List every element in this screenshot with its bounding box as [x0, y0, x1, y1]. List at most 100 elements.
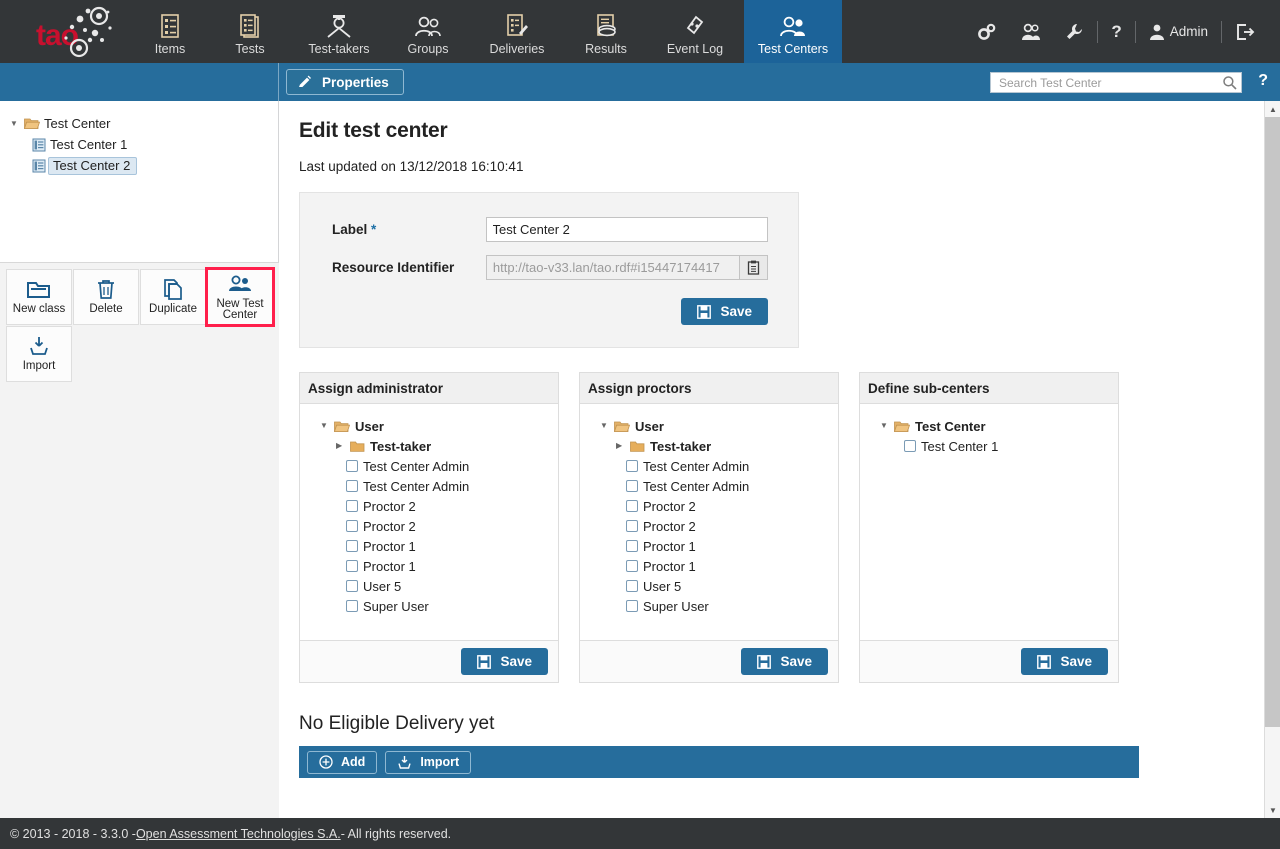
chevron-down-icon[interactable]: ▼: [880, 422, 889, 430]
tree-checkbox-item[interactable]: Proctor 2: [580, 516, 838, 536]
nav-item-tests[interactable]: Tests: [210, 0, 290, 63]
save-sub-centers-button[interactable]: Save: [1021, 648, 1108, 675]
tree-checkbox-item[interactable]: Test Center 1: [860, 436, 1118, 456]
floppy-disk-icon: [477, 655, 491, 669]
assign-proctors-title: Assign proctors: [580, 373, 838, 404]
import-delivery-button[interactable]: Import: [385, 751, 471, 774]
nav-item-test-takers[interactable]: Test-takers: [290, 0, 388, 63]
checkbox-icon[interactable]: [346, 480, 358, 492]
tree-node-user-folder[interactable]: ▼ User: [580, 416, 838, 436]
tao-logo[interactable]: tao: [0, 0, 130, 63]
label-input[interactable]: [486, 217, 768, 242]
chevron-down-icon[interactable]: ▼: [10, 120, 20, 128]
resource-identifier-input[interactable]: [486, 255, 739, 280]
vertical-scrollbar[interactable]: ▲ ▼: [1264, 101, 1280, 818]
nav-item-test-centers[interactable]: Test Centers: [744, 0, 842, 63]
settings-button[interactable]: [965, 17, 1009, 47]
help-button[interactable]: ?: [1100, 17, 1132, 47]
checkbox-icon[interactable]: [626, 460, 638, 472]
search-box[interactable]: [990, 72, 1242, 93]
tree-node-user-folder[interactable]: ▼ User: [300, 416, 558, 436]
import-button[interactable]: Import: [6, 326, 72, 382]
properties-button[interactable]: Properties: [286, 69, 404, 95]
trash-icon: [97, 278, 115, 300]
scrollbar-thumb[interactable]: [1265, 117, 1280, 727]
copy-resource-identifier-button[interactable]: [739, 255, 768, 280]
assign-proctors-tree: ▼ User ▶: [580, 404, 838, 640]
logout-icon: [1235, 22, 1255, 42]
checkbox-icon[interactable]: [346, 580, 358, 592]
delete-button[interactable]: Delete: [73, 269, 139, 325]
checkbox-icon[interactable]: [626, 600, 638, 612]
tree-checkbox-item[interactable]: Super User: [580, 596, 838, 616]
checkbox-icon[interactable]: [626, 520, 638, 532]
checkbox-icon[interactable]: [626, 580, 638, 592]
nav-item-groups[interactable]: Groups: [388, 0, 468, 63]
tree-checkbox-item[interactable]: Proctor 2: [580, 496, 838, 516]
checkbox-icon[interactable]: [626, 500, 638, 512]
nav-item-results[interactable]: Results: [566, 0, 646, 63]
folder-open-icon: [614, 420, 630, 433]
subbar-help-button[interactable]: ?: [1258, 72, 1268, 90]
tree-checkbox-item[interactable]: Test Center Admin: [300, 456, 558, 476]
tree-checkbox-item[interactable]: Test Center Admin: [580, 456, 838, 476]
checkbox-icon[interactable]: [346, 500, 358, 512]
save-administrator-button[interactable]: Save: [461, 648, 548, 675]
scroll-up-arrow[interactable]: ▲: [1265, 101, 1280, 117]
save-test-center-button[interactable]: Save: [681, 298, 768, 325]
tree-node-test-taker-folder[interactable]: ▶ Test-taker: [300, 436, 558, 456]
nav-item-test-takers-label: Test-takers: [308, 42, 369, 56]
checkbox-icon[interactable]: [626, 480, 638, 492]
chevron-right-icon[interactable]: ▶: [336, 442, 345, 450]
tree-node-label: Test Center 1: [50, 137, 127, 152]
footer-company-link[interactable]: Open Assessment Technologies S.A.: [136, 827, 341, 841]
chevron-right-icon[interactable]: ▶: [616, 442, 625, 450]
nav-item-items[interactable]: Items: [130, 0, 210, 63]
scroll-down-arrow[interactable]: ▼: [1265, 802, 1280, 818]
gears-icon: [976, 22, 998, 42]
save-proctors-button[interactable]: Save: [741, 648, 828, 675]
assign-administrator-panel: Assign administrator ▼ User: [299, 372, 559, 683]
duplicate-button[interactable]: Duplicate: [140, 269, 206, 325]
nav-item-event-log[interactable]: Event Log: [646, 0, 744, 63]
tree-node-test-center-2[interactable]: Test Center 2: [0, 155, 278, 176]
tree-checkbox-item[interactable]: Test Center Admin: [580, 476, 838, 496]
chevron-down-icon[interactable]: ▼: [600, 422, 609, 430]
tree-checkbox-item[interactable]: Proctor 2: [300, 496, 558, 516]
resource-icon: [32, 159, 46, 173]
tree-node-test-taker-folder[interactable]: ▶ Test-taker: [580, 436, 838, 456]
nav-item-deliveries[interactable]: Deliveries: [468, 0, 566, 63]
checkbox-icon[interactable]: [346, 560, 358, 572]
checkbox-icon[interactable]: [626, 540, 638, 552]
chevron-down-icon[interactable]: ▼: [320, 422, 329, 430]
new-class-button[interactable]: New class: [6, 269, 72, 325]
users-icon: [1020, 22, 1042, 42]
logout-button[interactable]: [1224, 17, 1266, 47]
tree-checkbox-item[interactable]: User 5: [300, 576, 558, 596]
user-menu-button[interactable]: Admin: [1138, 17, 1219, 47]
add-delivery-button[interactable]: Add: [307, 751, 377, 774]
new-test-center-button[interactable]: New Test Center: [207, 269, 273, 325]
tree-checkbox-item[interactable]: User 5: [580, 576, 838, 596]
search-input[interactable]: [997, 75, 1222, 91]
tree-node-test-center-root[interactable]: ▼ Test Center: [0, 113, 278, 134]
tree-checkbox-item[interactable]: Super User: [300, 596, 558, 616]
checkbox-icon[interactable]: [346, 460, 358, 472]
checkbox-icon[interactable]: [346, 600, 358, 612]
tools-button[interactable]: [1053, 17, 1095, 47]
tree-checkbox-item[interactable]: Proctor 1: [300, 536, 558, 556]
define-sub-centers-title: Define sub-centers: [860, 373, 1118, 404]
tree-checkbox-item[interactable]: Proctor 1: [580, 536, 838, 556]
checkbox-icon[interactable]: [346, 540, 358, 552]
manage-users-button[interactable]: [1009, 17, 1053, 47]
checkbox-icon[interactable]: [626, 560, 638, 572]
tree-checkbox-item[interactable]: Test Center Admin: [300, 476, 558, 496]
tree-checkbox-item[interactable]: Proctor 1: [580, 556, 838, 576]
tree-node-test-center-folder[interactable]: ▼ Test Center: [860, 416, 1118, 436]
tree-node-test-center-1[interactable]: Test Center 1: [0, 134, 278, 155]
tree-checkbox-item[interactable]: Proctor 2: [300, 516, 558, 536]
tree-checkbox-item[interactable]: Proctor 1: [300, 556, 558, 576]
checkbox-icon[interactable]: [904, 440, 916, 452]
search-icon[interactable]: [1222, 75, 1237, 90]
checkbox-icon[interactable]: [346, 520, 358, 532]
